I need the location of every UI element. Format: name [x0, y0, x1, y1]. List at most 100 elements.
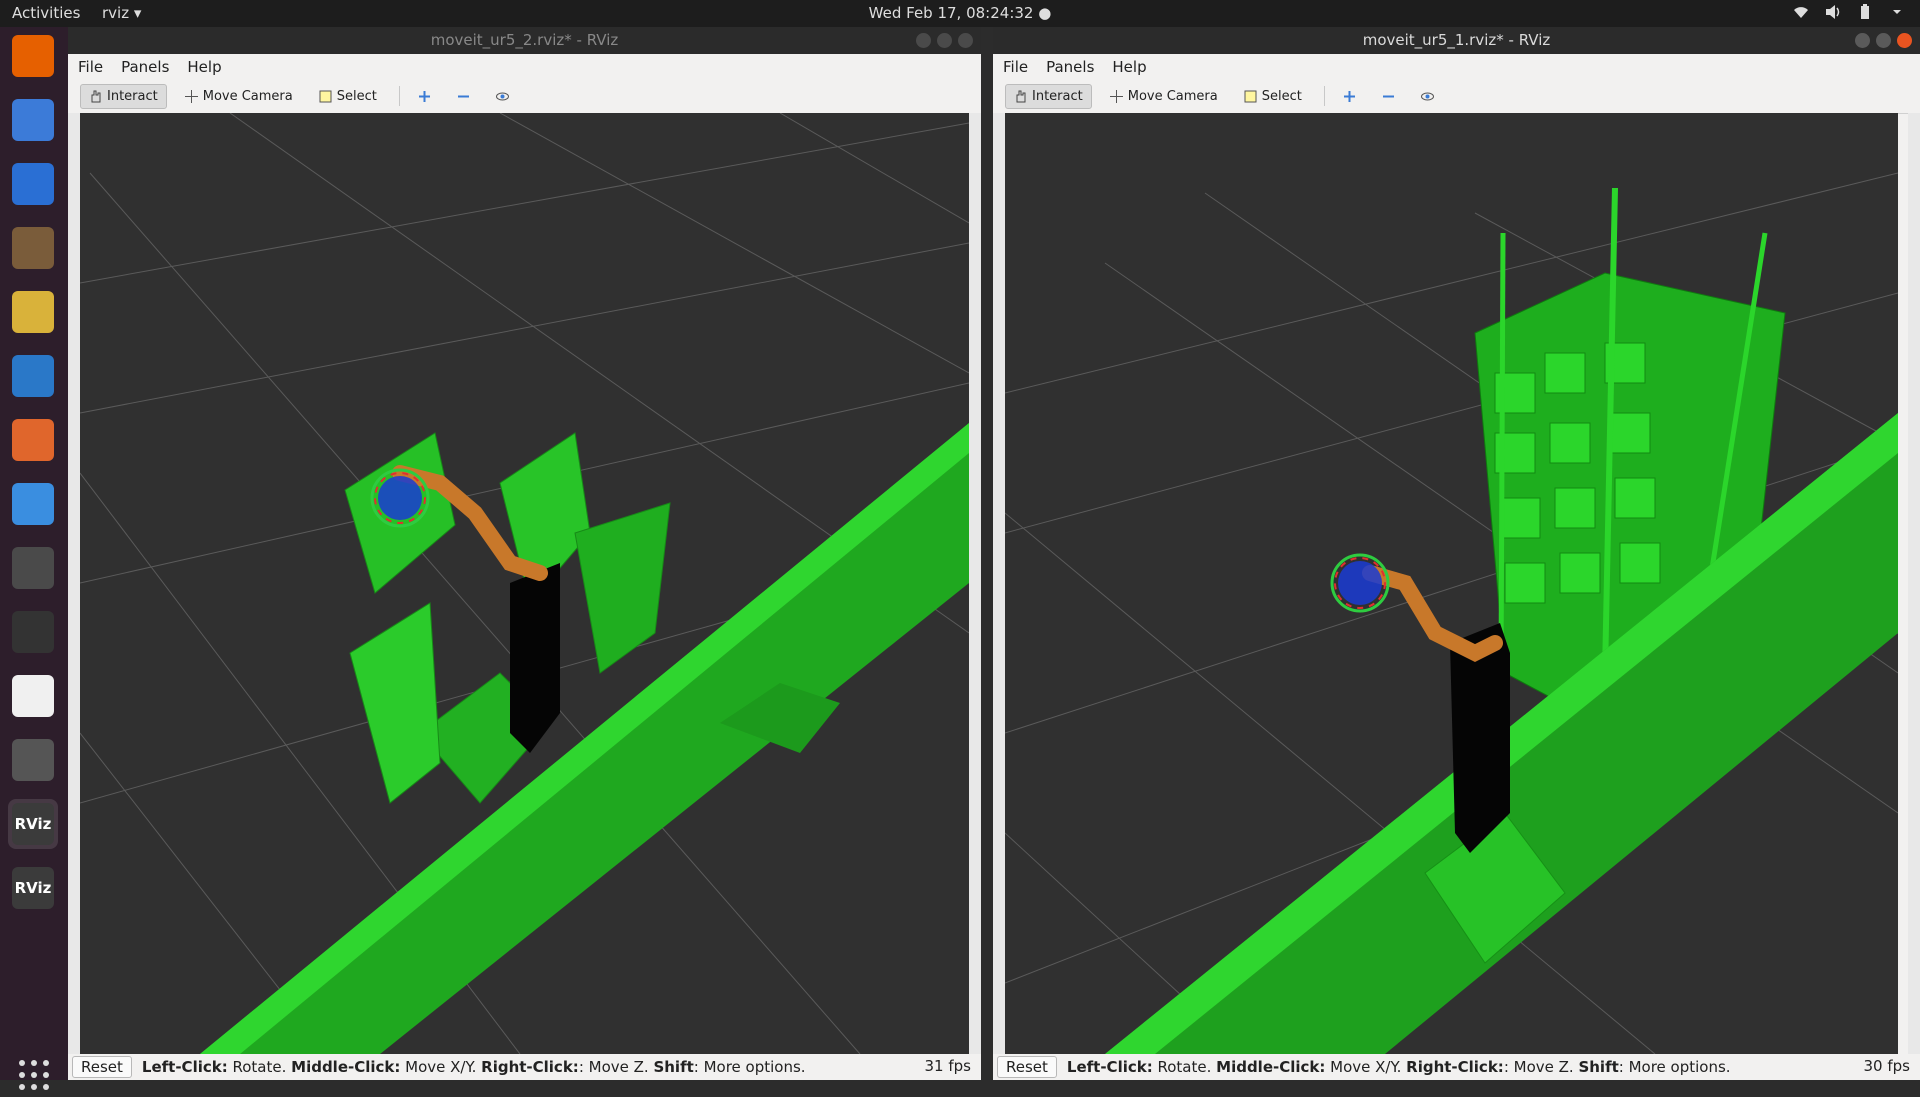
navigation-hint: Left-Click: Rotate. Middle-Click: Move X…	[141, 1058, 806, 1076]
interact-label: Interact	[1032, 88, 1083, 104]
minus-icon	[1382, 90, 1395, 103]
sublime-text-launcher[interactable]	[8, 543, 58, 593]
window-title: moveit_ur5_2.rviz* - RViz	[430, 31, 619, 49]
rviz-2-launcher[interactable]: RViz	[8, 863, 58, 913]
fps-counter: 30 fps	[1863, 1057, 1910, 1075]
rviz-window-1: moveit_ur5_1.rviz* - RViz File Panels He…	[993, 27, 1920, 1080]
select-label: Select	[336, 88, 377, 104]
status-bar: Reset Left-Click: Rotate. Middle-Click: …	[68, 1054, 981, 1080]
clock[interactable]: Wed Feb 17, 08:24:32 ●	[0, 4, 1920, 22]
files-icon	[12, 227, 54, 269]
libreoffice-writer-launcher[interactable]	[8, 351, 58, 401]
navigation-hint: Left-Click: Rotate. Middle-Click: Move X…	[1066, 1058, 1731, 1076]
app-menu[interactable]: rviz ▾	[102, 4, 141, 22]
rviz-icon-2: RViz	[12, 867, 54, 909]
rviz-window-2: moveit_ur5_2.rviz* - RViz File Panels He…	[68, 27, 981, 1080]
show-applications-icon[interactable]	[16, 1057, 52, 1093]
left-panel-handle[interactable]	[68, 113, 80, 1054]
eye-icon	[1420, 90, 1434, 103]
firefox-launcher[interactable]	[8, 31, 58, 81]
software-center-icon	[12, 419, 54, 461]
right-panel-handle[interactable]	[969, 113, 981, 1054]
software-center-launcher[interactable]	[8, 415, 58, 465]
add-tool-button[interactable]	[410, 86, 439, 107]
menu-help[interactable]: Help	[1112, 58, 1146, 76]
move-camera-tool[interactable]: Move Camera	[177, 85, 301, 108]
virtualbox-launcher[interactable]	[8, 735, 58, 785]
activities-button[interactable]: Activities	[12, 4, 80, 22]
rhythmbox-icon	[12, 291, 54, 333]
maximize-button[interactable]	[1876, 33, 1891, 48]
toolbar-separator	[1323, 86, 1325, 106]
left-panel-handle[interactable]	[993, 113, 1005, 1054]
rhythmbox-launcher[interactable]	[8, 287, 58, 337]
power-menu-icon[interactable]	[1888, 3, 1906, 21]
chromium-launcher[interactable]	[8, 95, 58, 145]
rviz-icon: RViz	[12, 803, 54, 845]
window-titlebar[interactable]: moveit_ur5_2.rviz* - RViz	[68, 27, 981, 54]
window-title: moveit_ur5_1.rviz* - RViz	[1362, 31, 1551, 49]
help-launcher[interactable]	[8, 479, 58, 529]
text-editor-launcher[interactable]	[8, 671, 58, 721]
eye-icon	[495, 90, 509, 103]
plus-icon	[1343, 90, 1356, 103]
menu-panels[interactable]: Panels	[121, 58, 169, 76]
maximize-button[interactable]	[937, 33, 952, 48]
render-area	[993, 113, 1920, 1054]
3d-viewport[interactable]	[80, 113, 969, 1054]
minus-icon	[457, 90, 470, 103]
battery-icon[interactable]	[1856, 3, 1874, 21]
menu-file[interactable]: File	[1003, 58, 1028, 76]
move-camera-tool[interactable]: Move Camera	[1102, 85, 1226, 108]
remove-tool-button[interactable]	[449, 86, 478, 107]
menu-help[interactable]: Help	[187, 58, 221, 76]
status-bar: Reset Left-Click: Rotate. Middle-Click: …	[993, 1054, 1920, 1080]
top-bar: Activities rviz ▾ Wed Feb 17, 08:24:32 ●	[0, 0, 1920, 27]
libreoffice-writer-icon	[12, 355, 54, 397]
system-tray[interactable]	[1792, 3, 1906, 21]
terminal-launcher[interactable]	[8, 607, 58, 657]
files-launcher[interactable]	[8, 223, 58, 273]
remove-tool-button[interactable]	[1374, 86, 1403, 107]
move-camera-icon	[1109, 89, 1123, 103]
minimize-button[interactable]	[916, 33, 931, 48]
menu-file[interactable]: File	[78, 58, 103, 76]
interact-tool[interactable]: Interact	[80, 83, 167, 109]
rviz-launcher[interactable]: RViz	[8, 799, 58, 849]
help-icon	[12, 483, 54, 525]
move-camera-label: Move Camera	[1127, 88, 1218, 104]
scene-render	[1005, 113, 1898, 1054]
menu-panels[interactable]: Panels	[1046, 58, 1094, 76]
add-tool-button[interactable]	[1335, 86, 1364, 107]
window-titlebar[interactable]: moveit_ur5_1.rviz* - RViz	[993, 27, 1920, 54]
tool-bar: Interact Move Camera Select	[993, 79, 1920, 114]
chromium-icon	[12, 99, 54, 141]
close-button[interactable]	[1897, 33, 1912, 48]
sublime-text-icon	[12, 547, 54, 589]
thunderbird-icon	[12, 163, 54, 205]
view-tool-button[interactable]	[488, 86, 517, 107]
3d-viewport[interactable]	[1005, 113, 1898, 1054]
toolbar-separator	[398, 86, 400, 106]
right-panel-handle[interactable]	[1908, 113, 1920, 1054]
select-tool[interactable]: Select	[311, 85, 385, 108]
reset-button[interactable]: Reset	[72, 1056, 132, 1078]
volume-icon[interactable]	[1824, 3, 1842, 21]
move-camera-icon	[184, 89, 198, 103]
hand-icon	[89, 90, 102, 103]
reset-button[interactable]: Reset	[997, 1056, 1057, 1078]
render-area	[68, 113, 981, 1054]
minimize-button[interactable]	[1855, 33, 1870, 48]
interact-tool[interactable]: Interact	[1005, 83, 1092, 109]
hand-icon	[1014, 90, 1027, 103]
text-editor-icon	[12, 675, 54, 717]
select-icon	[1244, 90, 1257, 103]
wifi-icon[interactable]	[1792, 3, 1810, 21]
thunderbird-launcher[interactable]	[8, 159, 58, 209]
virtualbox-icon	[12, 739, 54, 781]
close-button[interactable]	[958, 33, 973, 48]
select-tool[interactable]: Select	[1236, 85, 1310, 108]
select-label: Select	[1261, 88, 1302, 104]
view-tool-button[interactable]	[1413, 86, 1442, 107]
move-camera-label: Move Camera	[202, 88, 293, 104]
